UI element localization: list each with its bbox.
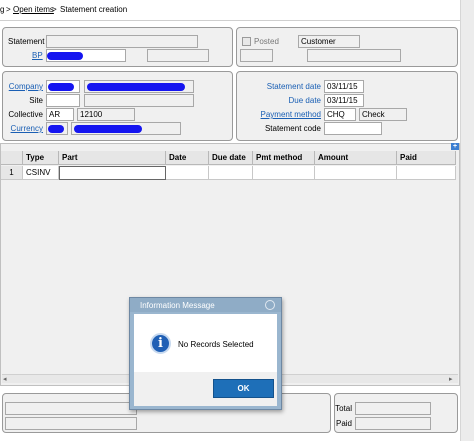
statement-code-label: Statement code [264, 124, 321, 133]
scroll-right-arrow-icon[interactable]: ▸ [449, 375, 453, 383]
ok-button[interactable]: OK [213, 379, 274, 398]
paid-label: Paid [335, 419, 352, 428]
redacted-company-name [87, 83, 185, 91]
cell-type[interactable]: CSINV [23, 166, 59, 180]
redacted-currency-code [48, 125, 64, 133]
cell-amount[interactable] [315, 166, 397, 180]
redacted-bp [47, 52, 83, 60]
site-label: Site [29, 96, 43, 105]
add-line-button[interactable]: + [451, 143, 459, 150]
bottom-field-1[interactable] [5, 402, 137, 415]
statement-panel: Statement date 03/11/15 Due date 03/11/1… [236, 71, 458, 141]
breadcrumb-current: Statement creation [60, 5, 128, 14]
redacted-company-code [48, 83, 74, 91]
currency-link[interactable]: Currency [5, 124, 43, 134]
info-icon: i [150, 333, 171, 354]
total-field [355, 402, 431, 415]
breadcrumb-bar: g > Open items > Statement creation [0, 0, 474, 21]
column-header-pmt-method[interactable]: Pmt method [253, 151, 315, 165]
header-right-field-1[interactable] [240, 49, 273, 62]
column-header-date[interactable]: Date [166, 151, 209, 165]
column-header-due-date[interactable]: Due date [209, 151, 253, 165]
dialog-message: No Records Selected [178, 340, 254, 349]
paid-field [355, 417, 431, 430]
statement-code-field[interactable] [324, 122, 382, 135]
header-panel-right: Posted Customer [236, 27, 458, 67]
header-right-field-2[interactable] [307, 49, 401, 62]
customer-type-field[interactable]: Customer [298, 35, 360, 48]
information-dialog: Information Message i No Records Selecte… [129, 297, 282, 410]
column-header-paid[interactable]: Paid [397, 151, 456, 165]
statement-date-label: Statement date [266, 82, 321, 91]
dialog-footer: OK [134, 372, 277, 406]
collective-label: Collective [8, 110, 43, 119]
cell-part[interactable] [59, 166, 166, 180]
bp-name-field[interactable] [147, 49, 209, 62]
vertical-scrollbar[interactable] [460, 0, 474, 441]
statement-field[interactable] [46, 35, 198, 48]
column-header-type[interactable]: Type [23, 151, 59, 165]
statement-label: Statement [8, 37, 45, 46]
column-header-part[interactable]: Part [59, 151, 166, 165]
breadcrumb-separator: > [6, 5, 11, 14]
due-date-label: Due date [288, 96, 321, 105]
due-date-field[interactable]: 03/11/15 [324, 94, 364, 107]
cell-due-date[interactable] [209, 166, 253, 180]
total-label: Total [335, 404, 352, 413]
payment-method-code-field[interactable]: CHQ [324, 108, 356, 121]
site-name-field[interactable] [84, 94, 194, 107]
company-link[interactable]: Company [5, 82, 43, 92]
posted-checkbox[interactable] [242, 37, 251, 46]
row-number: 1 [1, 166, 23, 180]
row-number-header [1, 151, 23, 165]
bottom-field-2[interactable] [5, 417, 137, 430]
cell-date[interactable] [166, 166, 209, 180]
header-panel-left: Statement BP [2, 27, 233, 67]
dialog-titlebar[interactable]: Information Message [130, 298, 281, 312]
site-field[interactable] [46, 94, 80, 107]
totals-panel: Total Paid [334, 393, 458, 433]
cell-pmt-method[interactable] [253, 166, 315, 180]
scroll-left-arrow-icon[interactable]: ◂ [3, 375, 7, 383]
column-header-amount[interactable]: Amount [315, 151, 397, 165]
payment-method-name-field[interactable]: Check [359, 108, 407, 121]
close-icon[interactable] [265, 300, 275, 310]
redacted-currency-name [74, 125, 142, 133]
breadcrumb-open-items-link[interactable]: Open items [13, 5, 54, 14]
dialog-body: i No Records Selected OK [134, 314, 277, 406]
bp-link[interactable]: BP [32, 51, 43, 61]
dialog-title: Information Message [140, 301, 215, 310]
breadcrumb-separator: > [52, 5, 57, 14]
statement-date-field[interactable]: 03/11/15 [324, 80, 364, 93]
company-panel: Company Site Collective AR 12100 Currenc… [2, 71, 233, 141]
collective-code-field[interactable]: AR [46, 108, 74, 121]
payment-method-link[interactable]: Payment method [237, 110, 321, 120]
breadcrumb-home-fragment[interactable]: g [0, 5, 4, 14]
cell-paid[interactable] [397, 166, 456, 180]
collective-number-field[interactable]: 12100 [77, 108, 135, 121]
posted-label: Posted [254, 37, 279, 46]
